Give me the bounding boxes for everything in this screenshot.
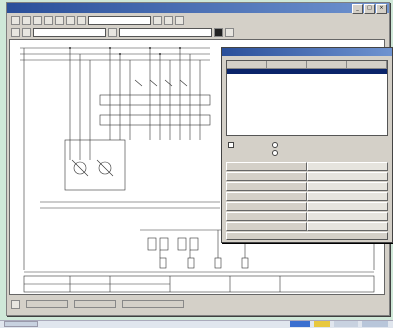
copy-icon[interactable]: [66, 15, 75, 25]
property-value[interactable]: [307, 202, 388, 211]
property-row: [226, 222, 388, 231]
status-field: [122, 300, 184, 308]
text-icon[interactable]: [225, 27, 234, 37]
property-label: [226, 182, 307, 191]
radio-button[interactable]: [272, 150, 278, 156]
maximize-button[interactable]: □: [364, 4, 375, 14]
save-icon[interactable]: [33, 15, 42, 25]
property-label: [226, 212, 307, 221]
radio-button[interactable]: [272, 142, 278, 148]
property-label: [226, 162, 307, 171]
list-header: [227, 61, 387, 69]
property-label: [226, 172, 307, 181]
taskbar-item[interactable]: [334, 321, 358, 327]
property-value[interactable]: [307, 192, 388, 201]
radio-group: [272, 142, 278, 156]
taskbar-item-yellow[interactable]: [314, 321, 330, 327]
application-window: _ □ ×: [6, 2, 393, 316]
property-row: [226, 182, 388, 191]
list-cell: [267, 124, 307, 129]
minimize-button[interactable]: _: [352, 4, 363, 14]
property-label: [226, 192, 307, 201]
color-swatch-icon[interactable]: [214, 27, 223, 37]
property-row: [226, 172, 388, 181]
open-icon[interactable]: [22, 15, 31, 25]
system-tray: [362, 321, 388, 327]
property-label: [226, 222, 307, 231]
pan-icon[interactable]: [175, 15, 184, 25]
zoom-in-icon[interactable]: [153, 15, 162, 25]
property-value[interactable]: [307, 172, 388, 181]
property-value[interactable]: [307, 182, 388, 191]
column-header[interactable]: [347, 61, 387, 68]
toolbar-row-2: [7, 26, 389, 38]
toolbar-row-1: [7, 14, 389, 26]
properties-dialog: [221, 47, 393, 243]
list-row[interactable]: [227, 124, 387, 129]
option-row: [228, 142, 234, 148]
status-field: [26, 300, 68, 308]
symbol-combo[interactable]: [33, 27, 106, 37]
property-row: [226, 192, 388, 201]
component-list[interactable]: [226, 60, 388, 136]
select-icon[interactable]: [11, 27, 20, 37]
status-bar: [9, 299, 387, 309]
column-header[interactable]: [267, 61, 307, 68]
zoom-out-icon[interactable]: [164, 15, 173, 25]
option-checkbox[interactable]: [228, 142, 234, 148]
column-header[interactable]: [307, 61, 347, 68]
close-button[interactable]: ×: [376, 4, 387, 14]
list-cell: [307, 124, 347, 129]
property-value[interactable]: [307, 222, 388, 231]
new-icon[interactable]: [11, 15, 20, 25]
ok-button[interactable]: [226, 232, 388, 240]
window-title-bar[interactable]: _ □ ×: [7, 3, 389, 14]
property-row: [226, 202, 388, 211]
property-value[interactable]: [307, 162, 388, 171]
property-value[interactable]: [307, 212, 388, 221]
property-grid: [226, 162, 388, 232]
property-row: [226, 162, 388, 171]
dialog-title-bar[interactable]: [222, 48, 392, 56]
list-cell: [227, 124, 267, 129]
line-icon[interactable]: [22, 27, 31, 37]
print-icon[interactable]: [44, 15, 53, 25]
property-label: [226, 202, 307, 211]
paste-icon[interactable]: [77, 15, 86, 25]
status-icon: [11, 299, 20, 309]
taskbar-item-blue[interactable]: [290, 321, 310, 327]
status-field: [74, 300, 116, 308]
grid-icon[interactable]: [108, 27, 117, 37]
layer-combo[interactable]: [88, 15, 151, 25]
list-cell: [347, 124, 387, 129]
start-button[interactable]: [4, 321, 38, 327]
property-row: [226, 212, 388, 221]
properties-combo[interactable]: [119, 27, 212, 37]
column-header[interactable]: [227, 61, 267, 68]
cut-icon[interactable]: [55, 15, 64, 25]
